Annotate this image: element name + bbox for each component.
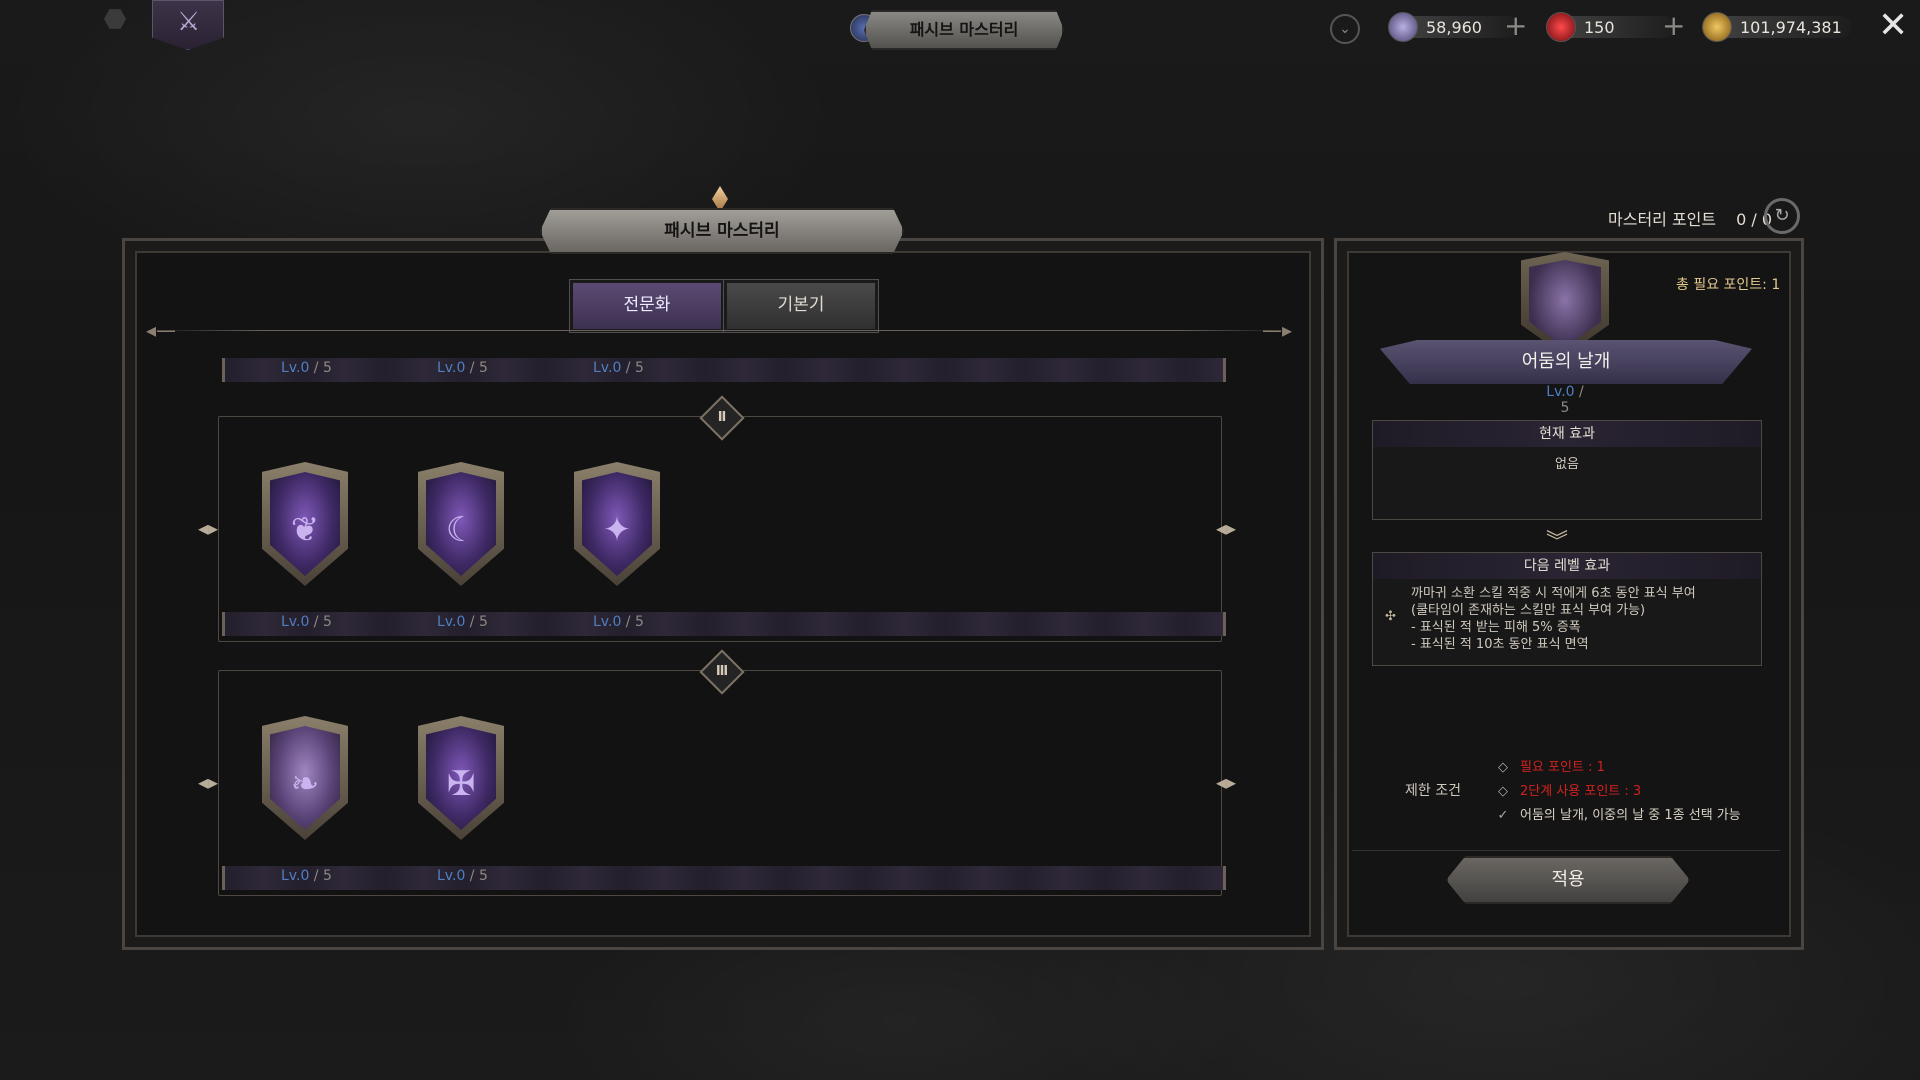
conditions-label: 제한 조건: [1405, 783, 1461, 799]
skill-level: Lv.0 / 5: [593, 360, 644, 376]
tier3-left-arrow-icon: ◂▸: [198, 770, 219, 794]
add-crystal-button[interactable]: +: [1504, 12, 1527, 40]
tier3-right-arrow-icon: ◂▸: [1216, 770, 1237, 794]
condition-item: ◇ 필요 포인트 : 1: [1496, 756, 1741, 780]
gold-coin-icon: [1702, 12, 1732, 42]
compass-icon: ✣: [1385, 609, 1396, 624]
crossbow-icon: ✦: [602, 510, 632, 550]
currency-ruby: 150: [1546, 12, 1676, 42]
diamond-icon: ◇: [1498, 784, 1508, 799]
tab-specialization[interactable]: 전문화: [569, 279, 725, 333]
skill-level: Lv.0 / 5: [437, 614, 488, 630]
selected-skill-level: Lv.0 / 5: [1546, 384, 1584, 416]
total-required-points: 총 필요 포인트: 1: [1676, 277, 1781, 293]
twin-blades-icon: ✠: [446, 764, 476, 804]
current-effect-box: 현재 효과 없음: [1372, 420, 1762, 520]
gold-amount: 101,974,381: [1740, 17, 1842, 37]
divider: [150, 330, 1290, 331]
currency-gold: 101,974,381: [1702, 12, 1852, 42]
crystal-amount: 58,960: [1426, 17, 1482, 37]
skill-level: Lv.0 / 5: [437, 360, 488, 376]
reset-icon[interactable]: ↻: [1764, 198, 1800, 234]
next-effect-line: - 표식된 적 받는 피해 5% 증폭: [1411, 620, 1581, 635]
tab-fundamentals[interactable]: 기본기: [723, 279, 879, 333]
current-effect-value: 없음: [1555, 457, 1579, 472]
apply-button[interactable]: 적용: [1446, 856, 1690, 904]
skill-level: Lv.0 / 5: [281, 360, 332, 376]
wing-icon: ❧: [290, 764, 320, 804]
mastery-points: 마스터리 포인트 0 / 0: [1608, 206, 1772, 230]
next-effect-box: 다음 레벨 효과 ✣ 까마귀 소환 스킬 적중 시 적에게 6초 동안 표식 부…: [1372, 552, 1762, 666]
tier2-left-arrow-icon: ◂▸: [198, 516, 219, 540]
conditions-list: ◇ 필요 포인트 : 1 ◇ 2단계 사용 포인트 : 3 ✓ 어둠의 날개, 이중의…: [1496, 756, 1741, 828]
divider: [1352, 850, 1780, 851]
skill-name-banner: 어둠의 날개: [1380, 340, 1752, 384]
right-ornament-icon: —▸: [1262, 318, 1293, 342]
tier-2-box: [218, 416, 1222, 642]
ruby-amount: 150: [1584, 17, 1615, 37]
scythe-icon: ☾: [445, 510, 477, 550]
crossed-blades-icon: ⚔: [177, 7, 201, 37]
tier1-level-bar: Lv.0 / 5 Lv.0 / 5 Lv.0 / 5: [222, 358, 1226, 382]
condition-item: ✓ 어둠의 날개, 이중의 날 중 1종 선택 가능: [1496, 804, 1741, 828]
tier3-level-bar: Lv.0 / 5 Lv.0 / 5: [222, 866, 1226, 890]
next-effect-line: (쿨타임이 존재하는 스킬만 표식 부여 가능): [1411, 603, 1646, 618]
mastery-points-label: 마스터리 포인트: [1608, 210, 1717, 229]
current-effect-title: 현재 효과: [1373, 421, 1761, 447]
close-icon[interactable]: ✕: [1878, 6, 1908, 46]
skill-level: Lv.0 / 5: [437, 868, 488, 884]
next-effect-line: - 표식된 적 10초 동안 표식 면역: [1411, 637, 1589, 652]
condition-item: ◇ 2단계 사용 포인트 : 3: [1496, 780, 1741, 804]
skill-level: Lv.0 / 5: [593, 614, 644, 630]
panel-title: 패시브 마스터리: [540, 208, 904, 254]
tier2-right-arrow-icon: ◂▸: [1216, 516, 1237, 540]
tier2-level-bar: Lv.0 / 5 Lv.0 / 5 Lv.0 / 5: [222, 612, 1226, 636]
next-effect-line: 까마귀 소환 스킬 적중 시 적에게 6초 동안 표식 부여: [1411, 586, 1696, 601]
diamond-icon: ◇: [1498, 760, 1508, 775]
next-effect-title: 다음 레벨 효과: [1373, 553, 1761, 579]
tier-3-box: [218, 670, 1222, 896]
add-ruby-button[interactable]: +: [1662, 12, 1685, 40]
checkmark-icon: ✓: [1497, 808, 1509, 823]
left-ornament-icon: ◂—: [146, 318, 177, 342]
chevron-down-icon[interactable]: ⌄: [1330, 14, 1360, 44]
skill-level: Lv.0 / 5: [281, 614, 332, 630]
ruby-icon: [1546, 12, 1576, 42]
currency-crystal: 58,960: [1388, 12, 1518, 42]
window-title: 패시브 마스터리: [864, 10, 1064, 50]
crystal-icon: [1388, 12, 1418, 42]
boot-wing-icon: ❦: [290, 510, 320, 550]
skill-level: Lv.0 / 5: [281, 868, 332, 884]
